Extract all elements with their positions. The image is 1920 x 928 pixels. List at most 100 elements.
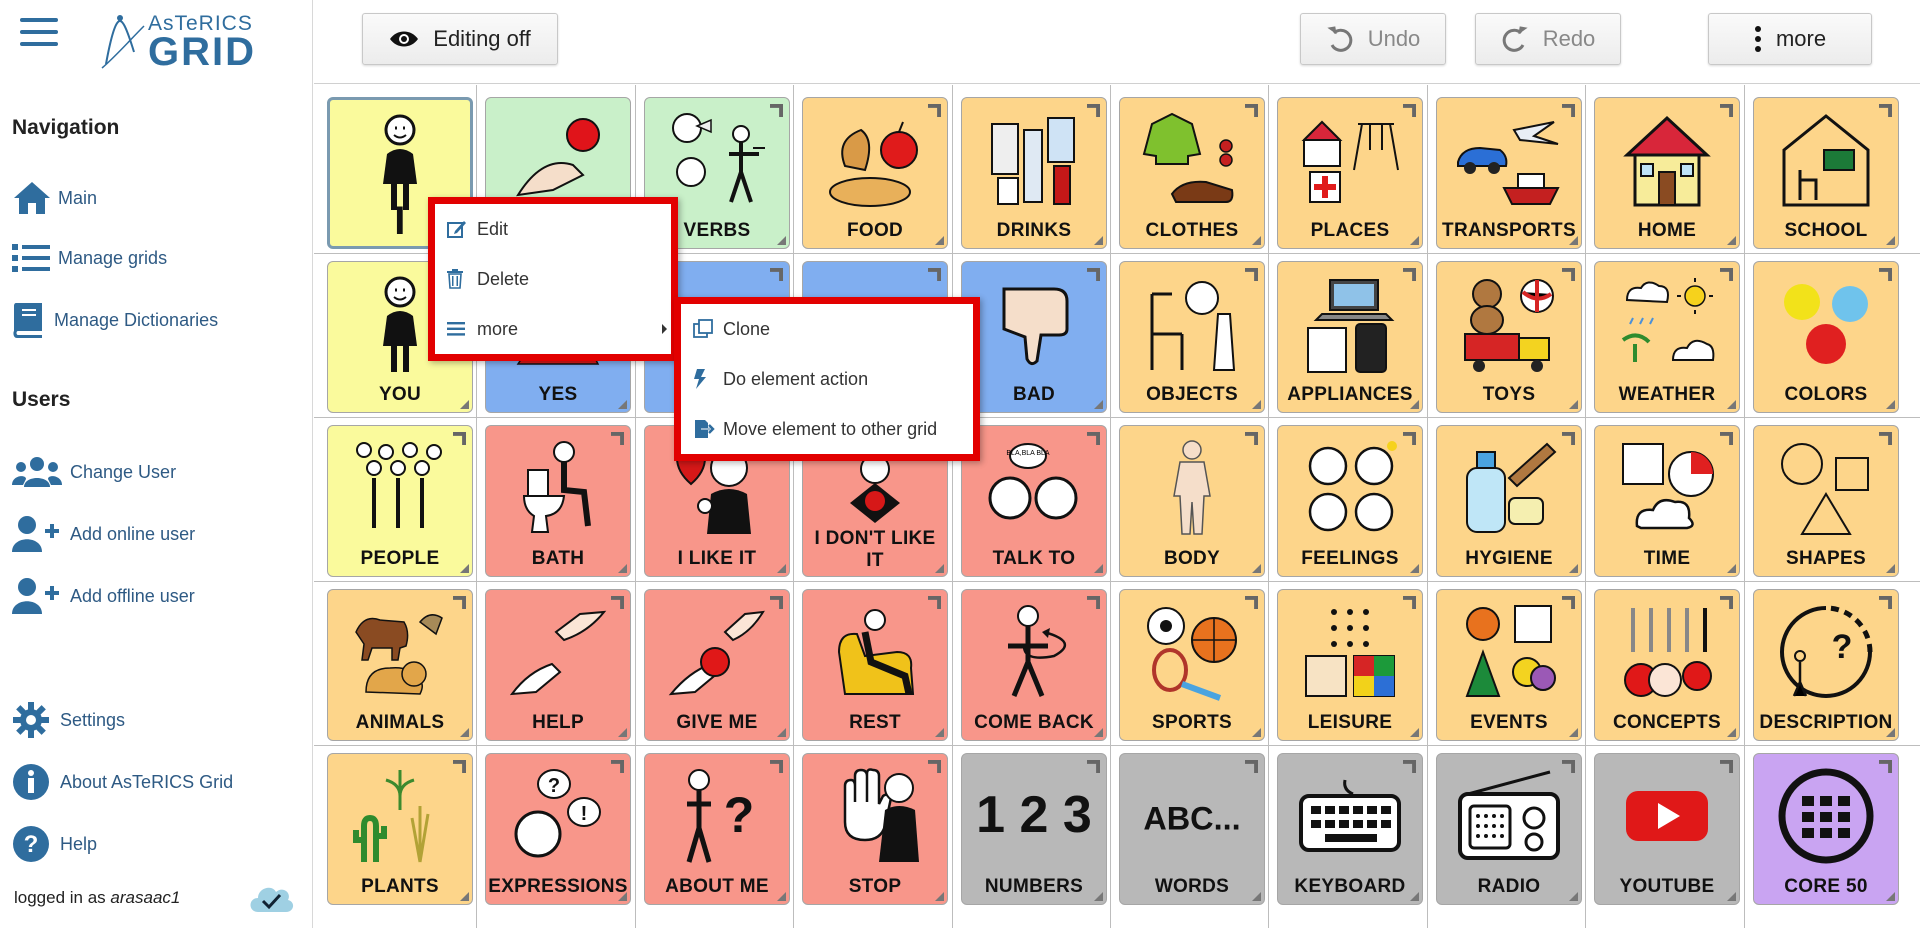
- sidebar: AsTeRICS GRID Navigation Main Manage gri…: [0, 0, 313, 928]
- grid-tile-radio[interactable]: RADIO: [1436, 753, 1582, 905]
- tile-label: TIME: [1643, 548, 1691, 569]
- grid-tile-bath[interactable]: BATH: [485, 425, 631, 577]
- cloud-sync-icon[interactable]: [246, 880, 296, 914]
- grid-tile-animals[interactable]: ANIMALS: [327, 589, 473, 741]
- tile-picture: [972, 598, 1096, 706]
- tile-label: I DON'T LIKE IT: [814, 528, 936, 571]
- grid-tile-concepts[interactable]: CONCEPTS: [1594, 589, 1740, 741]
- grid-tile-school[interactable]: SCHOOL: [1753, 97, 1899, 249]
- grid-tile-leisure[interactable]: LEISURE: [1277, 589, 1423, 741]
- grid-tile-keyboard[interactable]: KEYBOARD: [1277, 753, 1423, 905]
- nav-item-manage-dictionaries[interactable]: Manage Dictionaries: [12, 298, 218, 342]
- tile-picture: ?!: [496, 762, 620, 870]
- grid-tile-body[interactable]: BODY: [1119, 425, 1265, 577]
- grid-tile-talk-to[interactable]: BLA,BLA BLA TALK TO: [961, 425, 1107, 577]
- tile-label: STOP: [848, 876, 902, 897]
- tile-picture: [1764, 270, 1888, 378]
- grid-tile-plants[interactable]: PLANTS: [327, 753, 473, 905]
- tile-picture: [1447, 762, 1571, 870]
- element-more-submenu: Clone Do element action Move element to …: [674, 297, 980, 461]
- tile-picture: [496, 434, 620, 542]
- grid-tile-transports[interactable]: TRANSPORTS: [1436, 97, 1582, 249]
- resize-handle-icon: [1252, 892, 1261, 901]
- grid-tile-give-me[interactable]: GIVE ME: [644, 589, 790, 741]
- menu-item-more[interactable]: more: [435, 304, 671, 354]
- editing-toggle-button[interactable]: Editing off: [362, 13, 558, 65]
- grid-tile-bad[interactable]: BAD: [961, 261, 1107, 413]
- resize-handle-icon: [1252, 728, 1261, 737]
- nav-item-main[interactable]: Main: [12, 176, 97, 220]
- tile-label: BAD: [1012, 384, 1056, 405]
- menu-item-clone[interactable]: Clone: [681, 304, 973, 354]
- tile-picture: [1605, 434, 1729, 542]
- grid-tile-toys[interactable]: TOYS: [1436, 261, 1582, 413]
- info-icon: [12, 762, 60, 802]
- tile-label: EXPRESSIONS: [488, 876, 628, 897]
- grid-tile-clothes[interactable]: CLOTHES: [1119, 97, 1265, 249]
- resize-handle-icon: [1886, 400, 1895, 409]
- menu-item-do-element-action[interactable]: Do element action: [681, 354, 973, 404]
- tile-picture: [813, 598, 937, 706]
- clone-icon: [693, 319, 723, 339]
- settings-item[interactable]: Settings: [12, 698, 125, 742]
- about-item[interactable]: About AsTeRICS Grid: [12, 760, 233, 804]
- grid-tile-objects[interactable]: OBJECTS: [1119, 261, 1265, 413]
- grid-tile-time[interactable]: TIME: [1594, 425, 1740, 577]
- grid-tile-about-me[interactable]: ? ABOUT ME: [644, 753, 790, 905]
- resize-handle-icon: [618, 728, 627, 737]
- grid-tile-description[interactable]: ? DESCRIPTION: [1753, 589, 1899, 741]
- menu-item-edit[interactable]: Edit: [435, 204, 671, 254]
- nav-item-label: Main: [58, 187, 98, 208]
- grid-tile-shapes[interactable]: SHAPES: [1753, 425, 1899, 577]
- user-item-add-offline-user[interactable]: Add offline user: [12, 574, 195, 618]
- undo-button[interactable]: Undo: [1300, 13, 1446, 65]
- user-item-add-online-user[interactable]: Add online user: [12, 512, 195, 556]
- grid-tile-colors[interactable]: COLORS: [1753, 261, 1899, 413]
- user-item-label: Add offline user: [70, 585, 195, 606]
- resize-handle-icon: [777, 892, 786, 901]
- grid-tile-rest[interactable]: REST: [802, 589, 948, 741]
- grid-tile-numbers[interactable]: 1 2 3 NUMBERS: [961, 753, 1107, 905]
- grid-tile-words[interactable]: ABC... WORDS: [1119, 753, 1265, 905]
- grid-tile-come-back[interactable]: COME BACK: [961, 589, 1107, 741]
- grid-tile-youtube[interactable]: YOUTUBE: [1594, 753, 1740, 905]
- tile-label: I LIKE IT: [677, 548, 757, 569]
- redo-button[interactable]: Redo: [1475, 13, 1621, 65]
- menu-item-move-element[interactable]: Move element to other grid: [681, 404, 973, 454]
- more-button[interactable]: more: [1708, 13, 1872, 65]
- list-icon: [12, 238, 58, 278]
- add-user-icon: [12, 514, 70, 554]
- tile-picture: BLA,BLA BLA: [972, 434, 1096, 542]
- grid-tile-hygiene[interactable]: HYGIENE: [1436, 425, 1582, 577]
- grid-tile-expressions[interactable]: ?! EXPRESSIONS: [485, 753, 631, 905]
- resize-handle-icon: [935, 564, 944, 573]
- grid-tile-drinks[interactable]: DRINKS: [961, 97, 1107, 249]
- element-context-menu: Edit Delete more: [428, 197, 678, 361]
- tile-label: DRINKS: [996, 220, 1072, 241]
- grid-tile-home[interactable]: HOME: [1594, 97, 1740, 249]
- grid-tile-weather[interactable]: WEATHER: [1594, 261, 1740, 413]
- tile-picture: [496, 598, 620, 706]
- user-item-change-user[interactable]: Change User: [12, 450, 176, 494]
- help-item[interactable]: ? Help: [12, 822, 97, 866]
- grid-tile-places[interactable]: PLACES: [1277, 97, 1423, 249]
- grid-tile-stop[interactable]: STOP: [802, 753, 948, 905]
- users-heading: Users: [12, 388, 71, 411]
- grid-tile-events[interactable]: EVENTS: [1436, 589, 1582, 741]
- menu-item-delete[interactable]: Delete: [435, 254, 671, 304]
- grid-tile-people[interactable]: PEOPLE: [327, 425, 473, 577]
- grid-tile-help[interactable]: HELP: [485, 589, 631, 741]
- tile-label: PEOPLE: [360, 548, 440, 569]
- about-label: About AsTeRICS Grid: [60, 771, 234, 792]
- resize-handle-icon: [1252, 564, 1261, 573]
- hamburger-menu-icon[interactable]: [20, 18, 58, 50]
- grid-tile-feelings[interactable]: FEELINGS: [1277, 425, 1423, 577]
- logo-figure-icon: [101, 15, 145, 69]
- grid-tile-sports[interactable]: SPORTS: [1119, 589, 1265, 741]
- grid-tile-core-50[interactable]: CORE 50: [1753, 753, 1899, 905]
- resize-handle-icon: [1410, 236, 1419, 245]
- tile-label: SPORTS: [1152, 712, 1232, 733]
- grid-tile-appliances[interactable]: APPLIANCES: [1277, 261, 1423, 413]
- grid-tile-food[interactable]: FOOD: [802, 97, 948, 249]
- nav-item-manage-grids[interactable]: Manage grids: [12, 236, 167, 280]
